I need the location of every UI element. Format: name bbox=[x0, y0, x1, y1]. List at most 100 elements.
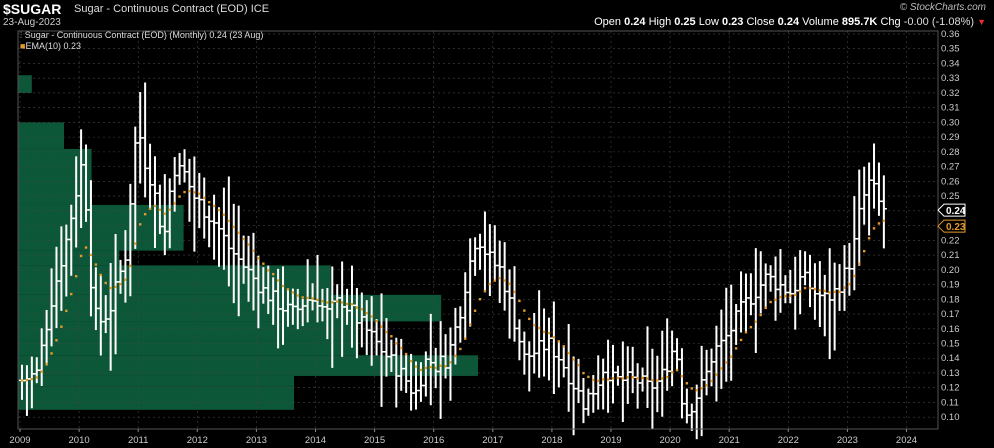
ema-dot bbox=[798, 290, 802, 293]
x-tick-label: 2024 bbox=[896, 435, 917, 446]
x-tick-label: 2022 bbox=[778, 435, 799, 446]
ema-dot bbox=[710, 379, 713, 383]
ema-dot bbox=[582, 371, 585, 375]
ema-dot bbox=[40, 370, 43, 373]
legend-series: ⫶ Sugar - Continuous Contract (EOD) (Mon… bbox=[20, 30, 263, 40]
ema-dot bbox=[20, 379, 24, 382]
ema-dot bbox=[695, 389, 698, 392]
ema-dot bbox=[55, 339, 58, 342]
y-tick-label: 0.21 bbox=[941, 250, 960, 261]
ema-dot bbox=[646, 377, 649, 380]
ema-dot bbox=[528, 317, 531, 321]
y-tick-label: 0.33 bbox=[941, 73, 960, 84]
ema-dot bbox=[168, 208, 171, 211]
ema-dot bbox=[872, 227, 876, 230]
ema-dot bbox=[843, 286, 846, 289]
ema-dot bbox=[291, 291, 295, 294]
ema-dot bbox=[178, 195, 181, 198]
y-tick-label: 0.22 bbox=[941, 235, 960, 246]
ema-dot bbox=[597, 379, 600, 383]
ema-dot bbox=[286, 288, 290, 291]
ema-dot bbox=[592, 378, 595, 382]
x-tick-label: 2016 bbox=[423, 435, 444, 446]
ema-dot bbox=[395, 342, 398, 345]
x-tick-label: 2018 bbox=[541, 435, 562, 446]
ema-dot bbox=[360, 308, 364, 311]
y-tick-label: 0.34 bbox=[941, 58, 960, 69]
ema-dot bbox=[232, 225, 235, 229]
bars-icon: ⫶ bbox=[20, 30, 23, 40]
y-tick-label: 0.20 bbox=[941, 265, 960, 276]
ema-dot bbox=[853, 274, 856, 278]
volume-profile-bar bbox=[18, 250, 120, 266]
ema-dot bbox=[665, 375, 669, 379]
ema-dot bbox=[661, 377, 664, 380]
ema-dot bbox=[483, 289, 487, 293]
price-chart[interactable]: 0.10 0.11 0.12 0.13 0.14 0.15 0.16 0.17 0.18 0.19… bbox=[0, 0, 994, 448]
ema-dot bbox=[858, 262, 861, 265]
ema-dot bbox=[99, 273, 102, 277]
ema-dot bbox=[749, 325, 753, 329]
x-tick-label: 2009 bbox=[9, 435, 30, 446]
ema-dot bbox=[321, 299, 324, 303]
ema-dot bbox=[114, 285, 117, 289]
ema-dot bbox=[331, 301, 334, 304]
ema-dot bbox=[183, 190, 186, 194]
ema-dot bbox=[390, 335, 393, 338]
ema-dot bbox=[143, 212, 147, 216]
x-tick-label: 2023 bbox=[837, 435, 858, 446]
ema-dot bbox=[25, 379, 29, 382]
ema-dot bbox=[281, 284, 285, 288]
ema-dot bbox=[257, 257, 260, 260]
y-tick-label: 0.29 bbox=[941, 132, 960, 143]
y-tick-label: 0.19 bbox=[941, 280, 960, 291]
ema-dot bbox=[129, 264, 132, 268]
ema-dot bbox=[808, 286, 812, 290]
ema-dot bbox=[468, 323, 472, 326]
y-tick-label: 0.12 bbox=[941, 383, 960, 394]
legend-series-text: Sugar - Continuous Contract (EOD) (Month… bbox=[24, 30, 264, 40]
ema-dot bbox=[50, 352, 53, 355]
ema-dot bbox=[478, 297, 482, 301]
y-tick-label: 0.26 bbox=[941, 176, 960, 187]
y-tick-label: 0.16 bbox=[941, 324, 960, 335]
ema-dot bbox=[345, 302, 349, 306]
ema-dot bbox=[730, 355, 733, 358]
ema-dot bbox=[518, 299, 521, 303]
ema-dot bbox=[237, 231, 240, 234]
ema-dot bbox=[764, 306, 767, 309]
ema-dot bbox=[833, 290, 836, 294]
volume-profile-bar bbox=[18, 294, 442, 322]
ema-dot bbox=[419, 368, 423, 372]
y-tick-label: 0.27 bbox=[941, 162, 960, 173]
volume-profile-bar bbox=[18, 321, 359, 341]
ema-dot bbox=[848, 282, 851, 286]
ema-dot bbox=[656, 379, 659, 382]
ema-dot bbox=[316, 298, 319, 302]
ema-dot bbox=[542, 330, 546, 334]
ema-dot bbox=[247, 243, 250, 246]
ema-dot bbox=[651, 379, 654, 382]
y-tick-label: 0.17 bbox=[941, 309, 960, 320]
ema-dot bbox=[35, 376, 38, 379]
x-tick-label: 2010 bbox=[69, 435, 90, 446]
ema-dot bbox=[537, 326, 541, 330]
y-tick-label: 0.10 bbox=[941, 412, 960, 423]
ema-dot bbox=[444, 364, 447, 368]
volume-profile-bar bbox=[18, 122, 64, 149]
chart-legend: ⫶ Sugar - Continuous Contract (EOD) (Mon… bbox=[20, 30, 263, 51]
x-tick-label: 2019 bbox=[600, 435, 621, 446]
ema-dot bbox=[562, 345, 565, 348]
ema-dot bbox=[739, 338, 743, 342]
ema-dot bbox=[424, 366, 428, 370]
ema-dot bbox=[385, 330, 388, 334]
y-tick-label: 0.14 bbox=[941, 353, 960, 364]
ema-dot bbox=[409, 359, 413, 363]
ema-dot bbox=[414, 365, 418, 368]
ema-dot bbox=[838, 290, 841, 294]
last-price-tag-text: 0.24 bbox=[946, 206, 966, 217]
ema-dot bbox=[74, 274, 78, 278]
ema-dot bbox=[567, 351, 570, 355]
ema-dot bbox=[867, 237, 871, 240]
y-tick-label: 0.25 bbox=[941, 191, 960, 202]
